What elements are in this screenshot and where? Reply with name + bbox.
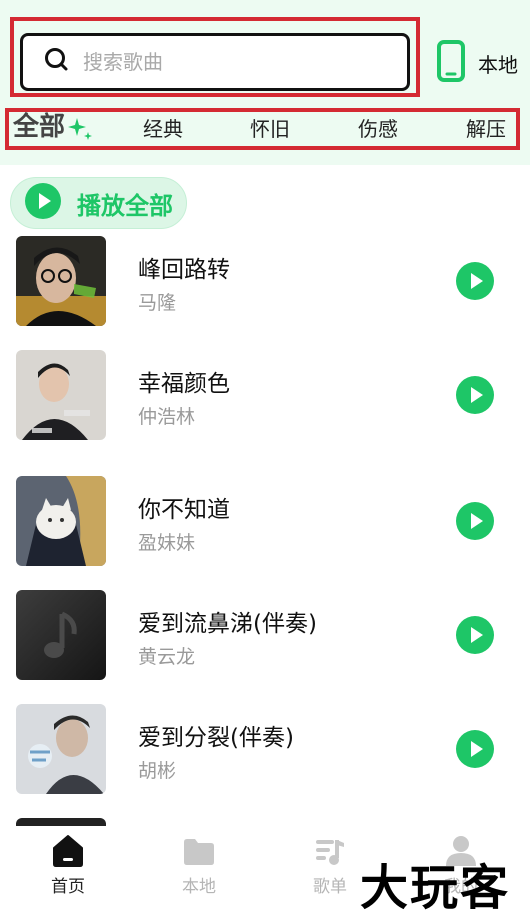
- song-title: 你不知道: [138, 497, 230, 523]
- watermark-logo: 大玩客: [360, 860, 511, 916]
- song-play-button[interactable]: [456, 262, 494, 300]
- song-play-button[interactable]: [456, 616, 494, 654]
- search-input[interactable]: [83, 50, 363, 74]
- song-artist: 仲浩林: [138, 406, 196, 428]
- song-play-button[interactable]: [456, 502, 494, 540]
- song-artist: 黄云龙: [138, 646, 196, 668]
- album-cover: [16, 704, 106, 794]
- tab-all[interactable]: 全部: [13, 110, 65, 144]
- song-play-button[interactable]: [456, 730, 494, 768]
- song-title: 爱到流鼻涕(伴奏): [138, 611, 317, 637]
- song-artist: 马隆: [138, 292, 177, 314]
- song-title: 峰回路转: [138, 257, 230, 283]
- nav-item-home[interactable]: 首页: [13, 828, 123, 898]
- nav-label: 本地: [182, 877, 216, 897]
- tab-nostalgic[interactable]: 怀旧: [250, 112, 290, 146]
- song-play-button[interactable]: [456, 376, 494, 414]
- song-artist: 盈妹妹: [138, 532, 196, 554]
- tab-classic[interactable]: 经典: [143, 112, 183, 146]
- nav-item-local[interactable]: 本地: [144, 828, 254, 898]
- search-icon: [43, 46, 71, 78]
- album-cover: [16, 350, 106, 440]
- album-cover: [16, 476, 106, 566]
- play-circle-icon: [456, 262, 494, 304]
- album-cover: [16, 236, 106, 326]
- local-music-label: 本地: [478, 52, 518, 77]
- play-circle-icon: [456, 730, 494, 772]
- song-title: 爱到分裂(伴奏): [138, 725, 294, 751]
- nav-label: 首页: [51, 877, 85, 897]
- song-title: 幸福颜色: [138, 371, 230, 397]
- phone-icon: [436, 40, 466, 86]
- tab-sad[interactable]: 伤感: [358, 112, 398, 146]
- song-item[interactable]: 你不知道 盈妹妹: [16, 476, 516, 566]
- play-circle-icon: [456, 376, 494, 418]
- song-item[interactable]: 幸福颜色 仲浩林: [16, 350, 516, 440]
- sparkle-icon: [68, 116, 94, 142]
- album-cover-partial: [16, 818, 106, 826]
- search-bar[interactable]: [20, 33, 410, 91]
- local-music-button[interactable]: 本地: [436, 40, 518, 86]
- tab-relax[interactable]: 解压: [466, 112, 506, 146]
- album-cover: [16, 590, 106, 680]
- play-circle-icon: [456, 616, 494, 658]
- song-item[interactable]: 爱到分裂(伴奏) 胡彬: [16, 704, 516, 794]
- play-all-label: 播放全部: [77, 191, 173, 220]
- play-circle-icon: [25, 183, 61, 223]
- song-item[interactable]: 爱到流鼻涕(伴奏) 黄云龙: [16, 590, 516, 680]
- play-all-button[interactable]: 播放全部: [10, 177, 187, 229]
- play-circle-icon: [456, 502, 494, 544]
- song-item[interactable]: 峰回路转 马隆: [16, 236, 516, 326]
- song-artist: 胡彬: [138, 760, 177, 782]
